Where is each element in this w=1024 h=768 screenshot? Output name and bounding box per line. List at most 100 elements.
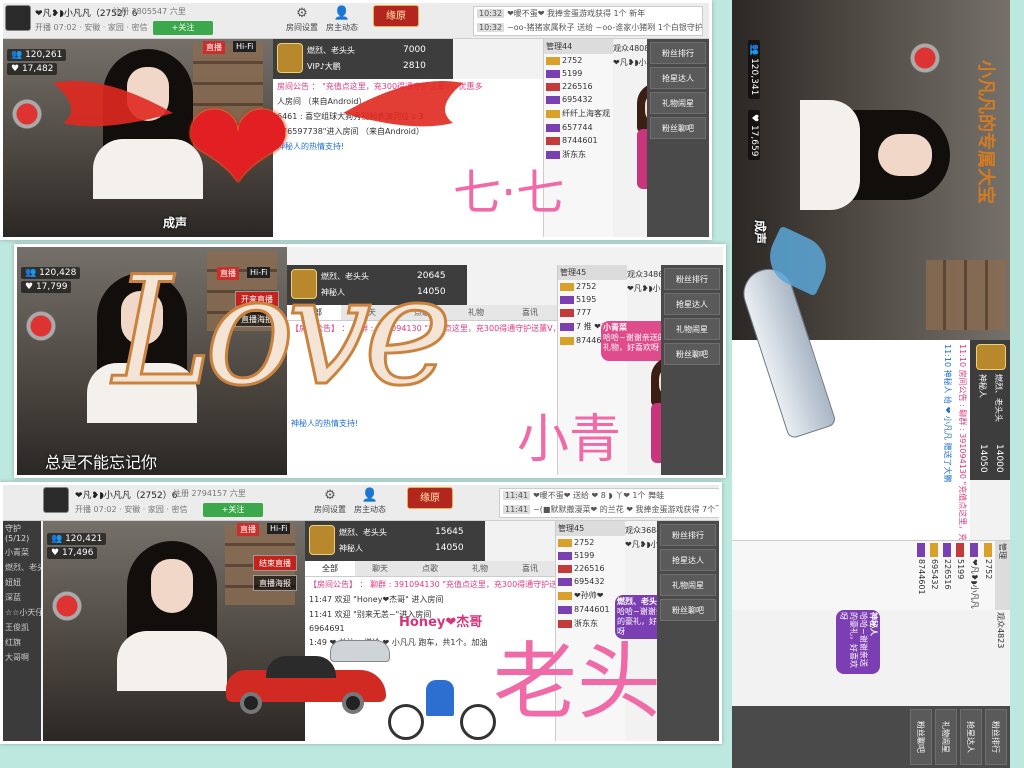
room-announcement: 【房间公告】 ： 聊群 : 391094130 "充值点这里，充300得通守护送… <box>309 580 555 589</box>
tab-admin[interactable]: 管理44 <box>544 39 613 54</box>
audience-item[interactable]: 8744601 <box>544 134 613 147</box>
tab-audience[interactable]: 观众4823 <box>995 612 1006 648</box>
tab-admin[interactable]: 管理 <box>995 541 1010 610</box>
handwritten-note: 小青 <box>517 410 622 470</box>
honey-sticker: Honey❤杰哥 <box>399 615 483 630</box>
audience-item[interactable]: 5199 <box>556 549 625 562</box>
avatar[interactable] <box>43 487 69 513</box>
chat-message: 11:47 欢迎 "Honey❤杰哥" 进入房间 <box>309 595 444 604</box>
viewer-count: 👥 120,421 <box>47 533 107 545</box>
tab-gift[interactable]: 礼物 <box>455 561 505 576</box>
menu-fan-ranking[interactable]: 粉丝排行 <box>650 42 706 64</box>
menu-gift-star[interactable]: 礼物闹星 <box>650 92 706 114</box>
menu-gift-star[interactable]: 礼物闹星 <box>664 318 720 340</box>
audience-item[interactable]: 695432 <box>556 575 625 588</box>
audience-item[interactable]: 226516 <box>941 541 954 610</box>
menu-star-grabber[interactable]: 抢星达人 <box>664 293 720 315</box>
side-menu: 粉丝排行 抢星达人 礼物闹星 粉丝聊吧 <box>657 521 719 741</box>
host-feed-button[interactable]: 👤 房主动态 <box>323 6 361 36</box>
chat-tabs: 全部 聊天 点歌 礼物 喜讯 <box>305 561 555 577</box>
guard-item[interactable]: 红旗 <box>3 635 41 650</box>
menu-fan-ranking[interactable]: 粉丝排行 <box>985 709 1007 765</box>
rank-name: 燃烈、老头头 <box>339 528 387 537</box>
audience-item[interactable]: ❤凡❥◗小凡凡 <box>967 541 982 610</box>
rank-amount: 14000 <box>994 444 1004 473</box>
room-settings-button[interactable]: ⚙ 房间设置 <box>283 6 321 36</box>
menu-gift-star[interactable]: 礼物闹星 <box>660 574 716 596</box>
heart-count: ♥ 17,799 <box>21 281 72 293</box>
tab-chat[interactable]: 聊天 <box>355 561 405 576</box>
audience-item[interactable]: 5199 <box>544 67 613 80</box>
rank-list: 燃烈、老头头 15645 神秘人 14050 <box>305 521 485 561</box>
rank-name: 燃烈、老头头 <box>307 46 355 55</box>
guard-item[interactable]: ☆☆小天仔 <box>3 605 41 620</box>
tab-audience[interactable]: 观众3684 <box>625 525 661 536</box>
rank-amount: 14050 <box>435 543 464 553</box>
live-poster-button[interactable]: 直播海报 <box>253 575 297 591</box>
audience-item[interactable]: 695432 <box>544 93 613 106</box>
menu-gift-star[interactable]: 礼物闹星 <box>935 709 957 765</box>
audience-list: 管理 2752 ❤凡❥◗小凡凡 5199 226516 695432 87446… <box>732 540 1010 610</box>
avatar[interactable] <box>5 5 31 31</box>
follow-button[interactable]: +关注 <box>153 21 213 35</box>
menu-star-grabber[interactable]: 抢星达人 <box>650 67 706 89</box>
heart-count: ♥ 17,496 <box>47 547 98 559</box>
hifi-tag: Hi-Fi <box>267 523 291 534</box>
rank-seal <box>976 344 1006 370</box>
side-menu: 粉丝排行 抢星达人 礼物闹星 粉丝聊吧 <box>661 265 723 475</box>
menu-fan-chat[interactable]: 粉丝聊吧 <box>660 599 716 621</box>
host-feed-button[interactable]: 👤 房主动态 <box>351 488 389 518</box>
guard-item[interactable]: 小青菜 <box>3 545 41 560</box>
menu-fan-chat[interactable]: 粉丝聊吧 <box>664 343 720 365</box>
rank-amount: 15645 <box>435 527 464 537</box>
end-live-button[interactable]: 结束直播 <box>253 555 297 571</box>
viewer-count: 👥 120,428 <box>21 267 81 279</box>
rank-name: 神秘人 <box>339 544 363 553</box>
menu-star-grabber[interactable]: 抢星达人 <box>660 549 716 571</box>
audience-item[interactable]: 5195 <box>558 293 627 306</box>
menu-fan-chat[interactable]: 粉丝聊吧 <box>910 709 932 765</box>
banner: 小凡凡的专属大宝 <box>975 60 996 204</box>
guard-item[interactable]: 王俊凯 <box>3 620 41 635</box>
guard-item[interactable]: 深蓝 <box>3 590 41 605</box>
audience-item[interactable]: 777 <box>558 306 627 319</box>
side-menu: 粉丝排行 抢星达人 礼物闹星 粉丝聊吧 <box>732 706 1010 768</box>
guard-list: 小青菜 燃烈、老头 妞妞 深蓝 ☆☆小天仔 王俊凯 红旗 大哥啊 <box>3 545 41 665</box>
menu-fan-ranking[interactable]: 粉丝排行 <box>664 268 720 290</box>
tab-song[interactable]: 点歌 <box>405 561 455 576</box>
menu-star-grabber[interactable]: 抢星达人 <box>960 709 982 765</box>
tab-audience[interactable]: 观众4808 <box>613 43 649 54</box>
audience-item[interactable]: 226516 <box>544 80 613 93</box>
host-meta: 开播 07:02 · 安徽 · 家园 · 密信 <box>35 23 148 32</box>
audience-item[interactable]: 5199 <box>954 541 967 610</box>
tab-all[interactable]: 全部 <box>305 561 355 576</box>
tab-news[interactable]: 喜讯 <box>505 561 555 576</box>
audience-item[interactable]: 8744601 <box>915 541 928 610</box>
tab-gift[interactable]: 礼物 <box>449 305 503 320</box>
rank-amount: 2810 <box>403 61 426 71</box>
audience-item[interactable]: 纤纤上海客观 <box>544 106 613 121</box>
room-settings-button[interactable]: ⚙ 房间设置 <box>311 488 349 518</box>
audience-item[interactable]: 226516 <box>556 562 625 575</box>
audience-item[interactable]: 2752 <box>982 541 995 610</box>
guard-item[interactable]: 妞妞 <box>3 575 41 590</box>
love-sticker: Love <box>111 245 453 419</box>
tab-news[interactable]: 喜讯 <box>503 305 557 320</box>
audience-item[interactable]: 657744 <box>544 121 613 134</box>
follow-button[interactable]: +关注 <box>203 503 263 517</box>
audience-item[interactable]: 2752 <box>544 54 613 67</box>
rank-amount: 7000 <box>403 45 426 55</box>
menu-fan-ranking[interactable]: 粉丝排行 <box>660 524 716 546</box>
guard-item[interactable]: 燃烈、老头 <box>3 560 41 575</box>
audience-item[interactable]: 2752 <box>558 280 627 293</box>
tab-admin[interactable]: 管理45 <box>558 265 627 280</box>
audience-item[interactable]: 695432 <box>928 541 941 610</box>
tab-admin[interactable]: 管理45 <box>556 521 625 536</box>
rank-amount: 14050 <box>978 444 988 473</box>
audience-item[interactable]: 2752 <box>556 536 625 549</box>
guard-item[interactable]: 大哥啊 <box>3 650 41 665</box>
streamer <box>800 100 950 210</box>
menu-fan-chat[interactable]: 粉丝聊吧 <box>650 117 706 139</box>
tab-audience[interactable]: 观众3486 <box>627 269 663 280</box>
side-menu: 粉丝排行 抢星达人 礼物闹星 粉丝聊吧 <box>647 39 709 237</box>
